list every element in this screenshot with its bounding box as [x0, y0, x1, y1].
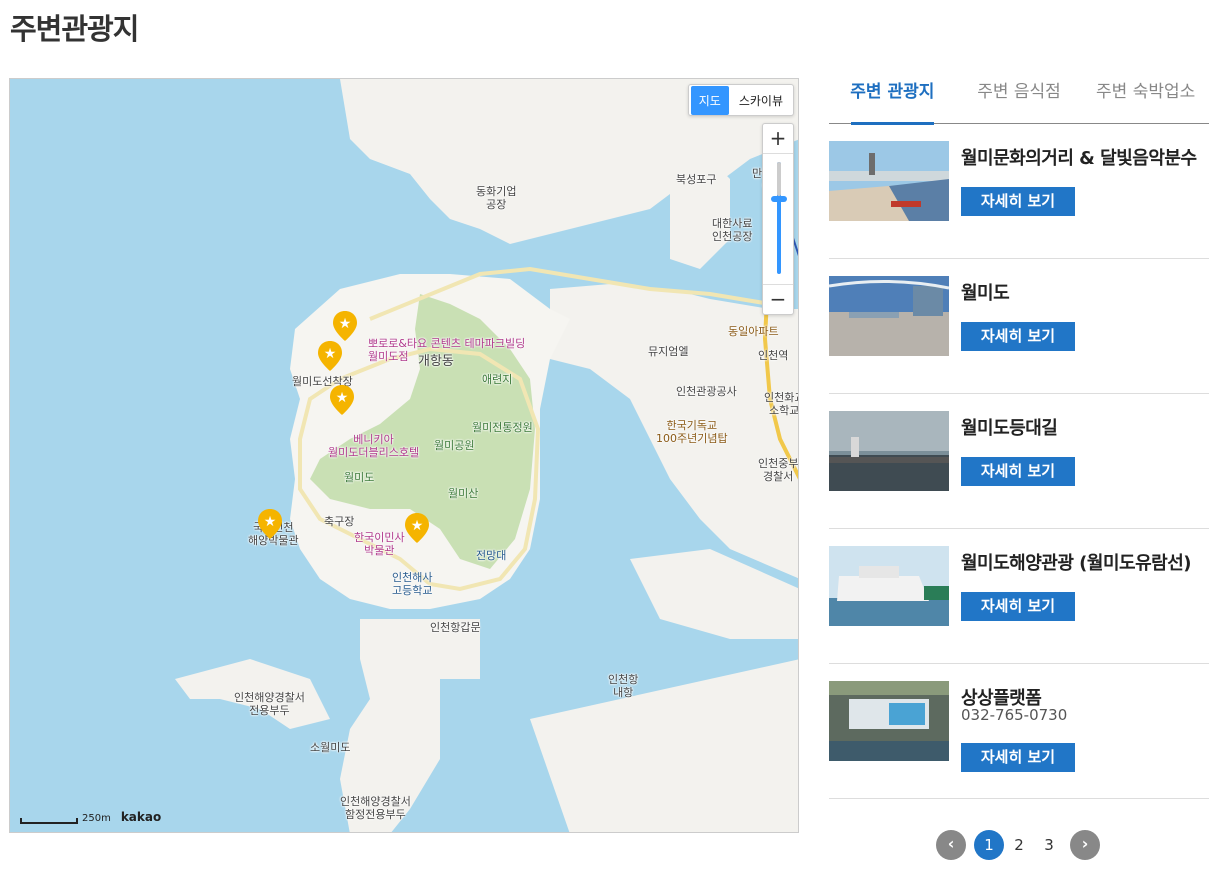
- map-label-museum: 뮤지엄엘: [648, 345, 689, 358]
- map-label-benikia: 베니키아 월미도더블리스호텔: [328, 433, 420, 459]
- map-label-maritime-school: 인천해사 고등학교: [392, 571, 433, 597]
- svg-text:★: ★: [339, 316, 352, 332]
- detail-button[interactable]: 자세히 보기: [961, 187, 1075, 216]
- map-label-jungbu-police: 인천중부 경찰서: [758, 457, 799, 483]
- page-3[interactable]: 3: [1034, 830, 1064, 860]
- map-label-port-gate: 인천항갑문: [430, 621, 481, 634]
- svg-text:★: ★: [264, 514, 277, 530]
- thumbnail-image[interactable]: [829, 411, 949, 491]
- detail-button[interactable]: 자세히 보기: [961, 457, 1075, 486]
- thumbnail-image[interactable]: [829, 681, 949, 761]
- detail-button[interactable]: 자세히 보기: [961, 322, 1075, 351]
- map-label-observatory: 전망대: [476, 549, 507, 562]
- map-label-donghwa: 동화기업 공장: [476, 185, 517, 211]
- list-item: 월미문화의거리 & 달빛음악분수 자세히 보기: [829, 124, 1209, 259]
- map-marker-star[interactable]: ★: [333, 311, 357, 341]
- map-type-skyview-button[interactable]: 스카이뷰: [731, 86, 791, 115]
- map-scale: 250m kakao: [20, 810, 161, 824]
- map-label-gaehang: 개항동: [418, 354, 454, 369]
- map-marker-star[interactable]: ★: [405, 513, 429, 543]
- map-label-wolmi-park: 월미공원: [434, 439, 475, 452]
- map-label-inner-port: 인천항 내항: [608, 673, 639, 699]
- map-label-daehan: 대한사료 인천공장: [712, 217, 753, 243]
- map-label-bukseong: 북성포구: [676, 173, 717, 186]
- item-title[interactable]: 월미도등대길: [961, 414, 1058, 440]
- category-tabs: 주변 관광지 주변 음식점 주변 숙박업소: [829, 72, 1209, 125]
- map-label-christian: 한국기독교 100주년기념탑: [656, 419, 728, 445]
- tab-attractions[interactable]: 주변 관광지: [829, 72, 956, 125]
- item-phone: 032-765-0730: [961, 706, 1068, 724]
- land-southeast: [530, 659, 798, 832]
- thumbnail-image[interactable]: [829, 141, 949, 221]
- tab-lodging[interactable]: 주변 숙박업소: [1082, 72, 1209, 123]
- kakao-logo[interactable]: kakao: [121, 810, 161, 824]
- list-item: 월미도등대길 자세히 보기: [829, 394, 1209, 529]
- map-type-map-button[interactable]: 지도: [690, 85, 729, 115]
- list-item: 월미도 자세히 보기: [829, 259, 1209, 394]
- scale-distance: 250m: [82, 813, 111, 824]
- detail-button[interactable]: 자세히 보기: [961, 743, 1075, 772]
- map-label-chukgujang: 축구장: [324, 515, 355, 528]
- map-label-coastguard-pier: 인천해양경찰서 전용부두: [234, 691, 305, 717]
- scale-bar: [20, 818, 78, 824]
- svg-text:★: ★: [411, 518, 424, 534]
- thumbnail-image[interactable]: [829, 546, 949, 626]
- map-label-wolmisan: 월미산: [448, 487, 479, 500]
- zoom-slider-handle[interactable]: [771, 196, 787, 202]
- page-2[interactable]: 2: [1004, 830, 1034, 860]
- map-marker-star[interactable]: ★: [330, 385, 354, 415]
- map-type-control: 지도 스카이뷰: [687, 84, 794, 116]
- map-label-school-nearby: 인천화교 소학교: [764, 391, 799, 417]
- svg-text:★: ★: [336, 390, 349, 406]
- item-title[interactable]: 월미도: [961, 279, 1010, 305]
- tab-restaurants[interactable]: 주변 음식점: [956, 72, 1083, 123]
- attraction-list: 월미문화의거리 & 달빛음악분수 자세히 보기 월미도 자세히 보기 월미도등대…: [829, 124, 1209, 799]
- map-label-coastguard-pier2: 인천해양경찰서 함정전용부두: [340, 795, 411, 821]
- zoom-out-button[interactable]: −: [763, 284, 793, 314]
- zoom-control: + −: [762, 123, 794, 315]
- map-label-aeryeonji: 애련지: [482, 373, 513, 386]
- zoom-track-upper: [777, 162, 781, 196]
- map-label-wolmido: 월미도: [344, 471, 375, 484]
- svg-text:★: ★: [324, 346, 337, 362]
- prev-page-button[interactable]: ‹: [936, 830, 966, 860]
- next-page-button[interactable]: ›: [1070, 830, 1100, 860]
- map-label-immigrant-museum: 한국이민사 박물관: [354, 531, 405, 557]
- list-item: 월미도해양관광 (월미도유람선) 자세히 보기: [829, 529, 1209, 664]
- list-item: 상상플랫폼 032-765-0730 자세히 보기: [829, 664, 1209, 799]
- zoom-in-button[interactable]: +: [763, 124, 793, 154]
- map-label-tourism: 인천관광공사: [676, 385, 737, 398]
- map-label-incheon-station: 인천역: [758, 349, 789, 362]
- map-view[interactable]: 동화기업 공장 북성포구 대한사료 인천공장 만석부 이 동일아파트 인천역 뮤…: [9, 78, 799, 833]
- map-label-so-wolmido: 소월미도: [310, 741, 351, 754]
- page-1[interactable]: 1: [974, 830, 1004, 860]
- map-label-garden: 월미전통정원: [472, 421, 533, 434]
- pagination: ‹ 1 2 3 ›: [936, 830, 1100, 860]
- item-title[interactable]: 월미도해양관광 (월미도유람선): [961, 549, 1192, 575]
- page-title: 주변관광지: [10, 12, 139, 46]
- detail-button[interactable]: 자세히 보기: [961, 592, 1075, 621]
- map-marker-star[interactable]: ★: [318, 341, 342, 371]
- map-label-dongil: 동일아파트: [728, 325, 779, 338]
- thumbnail-image[interactable]: [829, 276, 949, 356]
- item-title[interactable]: 월미문화의거리 & 달빛음악분수: [961, 144, 1197, 170]
- map-marker-star[interactable]: ★: [258, 509, 282, 539]
